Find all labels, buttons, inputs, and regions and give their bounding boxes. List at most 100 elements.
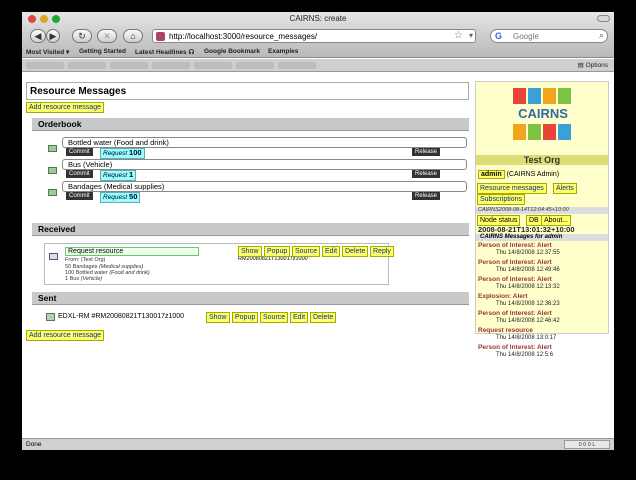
message-item[interactable]: Person of Interest: Alert Thu 14/8/2008 1…: [478, 242, 608, 259]
add-resource-message-button[interactable]: Add resource message: [26, 102, 104, 113]
page-heading-box: Resource Messages: [26, 82, 469, 100]
reload-button[interactable]: ↻: [72, 29, 92, 43]
message-item-title[interactable]: Person of Interest: Alert: [478, 276, 552, 283]
tab[interactable]: [110, 62, 148, 69]
release-button[interactable]: Release: [412, 170, 441, 178]
edit-button[interactable]: Edit: [322, 246, 341, 257]
tab[interactable]: [236, 62, 274, 69]
message-item-date: Thu 14/8/2008 12:13:32: [496, 284, 560, 290]
home-button[interactable]: ⌂: [123, 29, 143, 43]
order-item-name: Bus (Vehicle): [62, 159, 467, 170]
message-item[interactable]: Person of Interest: Alert Thu 14/8/2008 1…: [478, 310, 608, 327]
bookmark-getting-started[interactable]: Getting Started: [79, 48, 126, 55]
received-title: Received: [38, 224, 76, 234]
tab[interactable]: [152, 62, 190, 69]
tab[interactable]: [26, 62, 64, 69]
message-item[interactable]: Person of Interest: Alert Thu 14/8/2008 1…: [478, 259, 608, 276]
subscriptions-link[interactable]: Subscriptions: [477, 194, 526, 205]
source-button[interactable]: Source: [260, 312, 289, 323]
request-qty: 50: [129, 192, 138, 201]
edit-button[interactable]: Edit: [290, 312, 309, 323]
user-info: admin (CAIRNS Admin): [478, 170, 559, 179]
stop-button[interactable]: ✕: [97, 29, 117, 43]
server-timestamp: CAIRNS2008-08-14T12:04:45+10:00: [476, 207, 608, 214]
show-button[interactable]: Show: [238, 246, 262, 257]
messages-list: Person of Interest: Alert Thu 14/8/2008 1…: [478, 242, 608, 361]
search-icon[interactable]: ⌕: [599, 30, 604, 41]
order-item-icon: [48, 189, 57, 196]
message-item-date: Thu 14/8/2008 12:37:55: [496, 250, 560, 256]
request-badge: Request 1: [100, 170, 137, 181]
message-item[interactable]: Person of Interest: Alert Thu 14/8/2008 1…: [478, 344, 608, 361]
commit-button[interactable]: Commit: [66, 170, 93, 178]
add-resource-message-button-bottom[interactable]: Add resource message: [26, 330, 104, 341]
order-item-name: Bottled water (Food and drink): [62, 137, 467, 148]
bookmark-latest-headlines[interactable]: Latest Headlines ☊: [135, 48, 194, 56]
message-from: From: (Test Org): [65, 257, 106, 263]
message-item-title[interactable]: Person of Interest: Alert: [478, 310, 552, 317]
status-badge[interactable]: 0 0 0 L: [564, 440, 610, 449]
bookmark-most-visited[interactable]: Most Visited ▾: [26, 48, 69, 56]
browser-chrome: CAIRNS: create ◀ ▶ ↻ ✕ ⌂ http://localhos…: [22, 12, 614, 58]
back-button[interactable]: ◀: [30, 29, 46, 43]
tab[interactable]: [194, 62, 232, 69]
bookmark-examples[interactable]: Examples: [268, 48, 298, 55]
alerts-link[interactable]: Alerts: [553, 183, 577, 194]
user-button[interactable]: admin: [478, 170, 505, 179]
sent-title: Sent: [38, 293, 57, 303]
popup-button[interactable]: Popup: [232, 312, 259, 323]
delete-button[interactable]: Delete: [342, 246, 369, 257]
release-button[interactable]: Release: [412, 192, 441, 200]
show-button[interactable]: Show: [206, 312, 230, 323]
line-qty: 1 Bus: [65, 276, 80, 282]
home-icon: ⌂: [130, 31, 136, 41]
stop-icon: ✕: [103, 31, 111, 41]
orderbook-section-header: Orderbook: [32, 118, 469, 131]
search-box[interactable]: G ⌕: [490, 29, 608, 43]
message-item-title[interactable]: Explosion: Alert: [478, 293, 528, 300]
toolbar-toggle-icon[interactable]: [597, 15, 610, 22]
message-item-date: Thu 14/8/2008 12:46:42: [496, 318, 560, 324]
order-item-icon: [48, 167, 57, 174]
tab[interactable]: [68, 62, 106, 69]
message-item-title[interactable]: Person of Interest: Alert: [478, 259, 552, 266]
commit-button[interactable]: Commit: [66, 192, 93, 200]
reply-button[interactable]: Reply: [370, 246, 394, 257]
forward-button[interactable]: ▶: [46, 29, 60, 43]
options-link[interactable]: ▤ Options: [578, 61, 608, 69]
cairns-logo: CAIRNS: [513, 88, 573, 152]
tab-strip: ▤ Options: [22, 59, 614, 72]
resource-messages-link[interactable]: Resource messages: [477, 183, 547, 194]
search-input[interactable]: [513, 31, 597, 42]
url-bar[interactable]: http://localhost:3000/resource_messages/…: [152, 29, 476, 43]
page-content: Resource Messages Add resource message O…: [22, 73, 614, 438]
request-qty: 100: [129, 148, 142, 157]
commit-button[interactable]: Commit: [66, 148, 93, 156]
message-item[interactable]: Request resource Thu 14/8/2008 13:0:17: [478, 327, 608, 344]
sent-section-header: Sent: [32, 292, 469, 305]
bookmark-google-bookmark[interactable]: Google Bookmark: [204, 48, 260, 55]
message-item-title[interactable]: Request resource: [478, 327, 533, 334]
message-item[interactable]: Explosion: Alert Thu 14/8/2008 12:36:23: [478, 293, 608, 310]
order-item-name: Bandages (Medical supplies): [62, 181, 467, 192]
message-line: 1 Bus (Vehicle): [65, 276, 102, 282]
sent-message-icon: [46, 313, 55, 321]
message-item[interactable]: Person of Interest: Alert Thu 14/8/2008 1…: [478, 276, 608, 293]
received-message: Request resource From: (Test Org) 50 Ban…: [44, 243, 394, 285]
message-item-date: Thu 14/8/2008 12:5:6: [496, 352, 554, 358]
delete-button[interactable]: Delete: [310, 312, 337, 323]
tab[interactable]: [278, 62, 316, 69]
popup-button[interactable]: Popup: [264, 246, 291, 257]
message-item-title[interactable]: Person of Interest: Alert: [478, 344, 552, 351]
logo-tile: [513, 124, 526, 140]
logo-tile: [543, 88, 556, 104]
logo-tile: [528, 88, 541, 104]
url-dropdown-icon[interactable]: ▾: [469, 31, 473, 40]
order-item-icon: [48, 145, 57, 152]
messages-header: CAIRNS Messages for admin: [476, 234, 608, 241]
message-item-date: Thu 14/8/2008 12:36:23: [496, 301, 560, 307]
release-button[interactable]: Release: [412, 148, 441, 156]
bookmark-star-icon[interactable]: ☆: [454, 30, 463, 41]
message-item-title[interactable]: Person of Interest: Alert: [478, 242, 552, 249]
source-button[interactable]: Source: [292, 246, 321, 257]
